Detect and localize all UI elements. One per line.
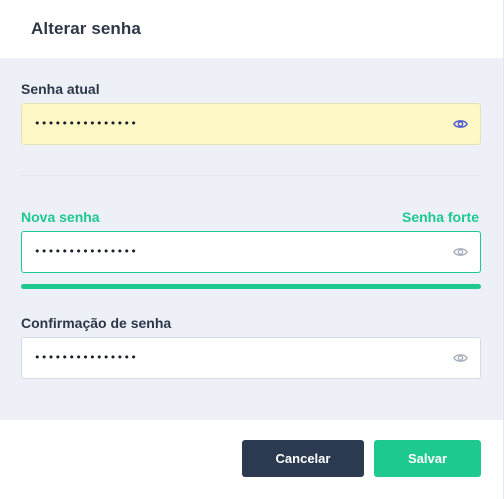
dialog-title: Alterar senha: [31, 19, 141, 38]
password-strength-label: Senha forte: [401, 209, 479, 225]
confirm-password-field[interactable]: •••••••••••••••: [21, 337, 481, 379]
confirm-password-label: Confirmação de senha: [21, 315, 172, 331]
confirm-password-value: •••••••••••••••: [34, 351, 138, 364]
eye-icon[interactable]: [453, 117, 468, 131]
eye-icon[interactable]: [453, 351, 468, 365]
current-password-field[interactable]: •••••••••••••••: [21, 103, 481, 145]
new-password-field[interactable]: •••••••••••••••: [21, 231, 481, 273]
new-password-value: •••••••••••••••: [34, 245, 138, 258]
current-password-label: Senha atual: [21, 81, 100, 97]
dialog-header: Alterar senha: [0, 0, 503, 58]
save-button[interactable]: Salvar: [374, 440, 481, 477]
change-password-dialog: Alterar senha Senha atual ••••••••••••••…: [0, 0, 504, 499]
eye-icon[interactable]: [453, 245, 468, 259]
cancel-button[interactable]: Cancelar: [242, 440, 364, 477]
new-password-label: Nova senha: [21, 209, 100, 225]
password-strength-bar: [21, 284, 481, 289]
section-divider: [21, 175, 481, 176]
current-password-value: •••••••••••••••: [34, 117, 138, 130]
